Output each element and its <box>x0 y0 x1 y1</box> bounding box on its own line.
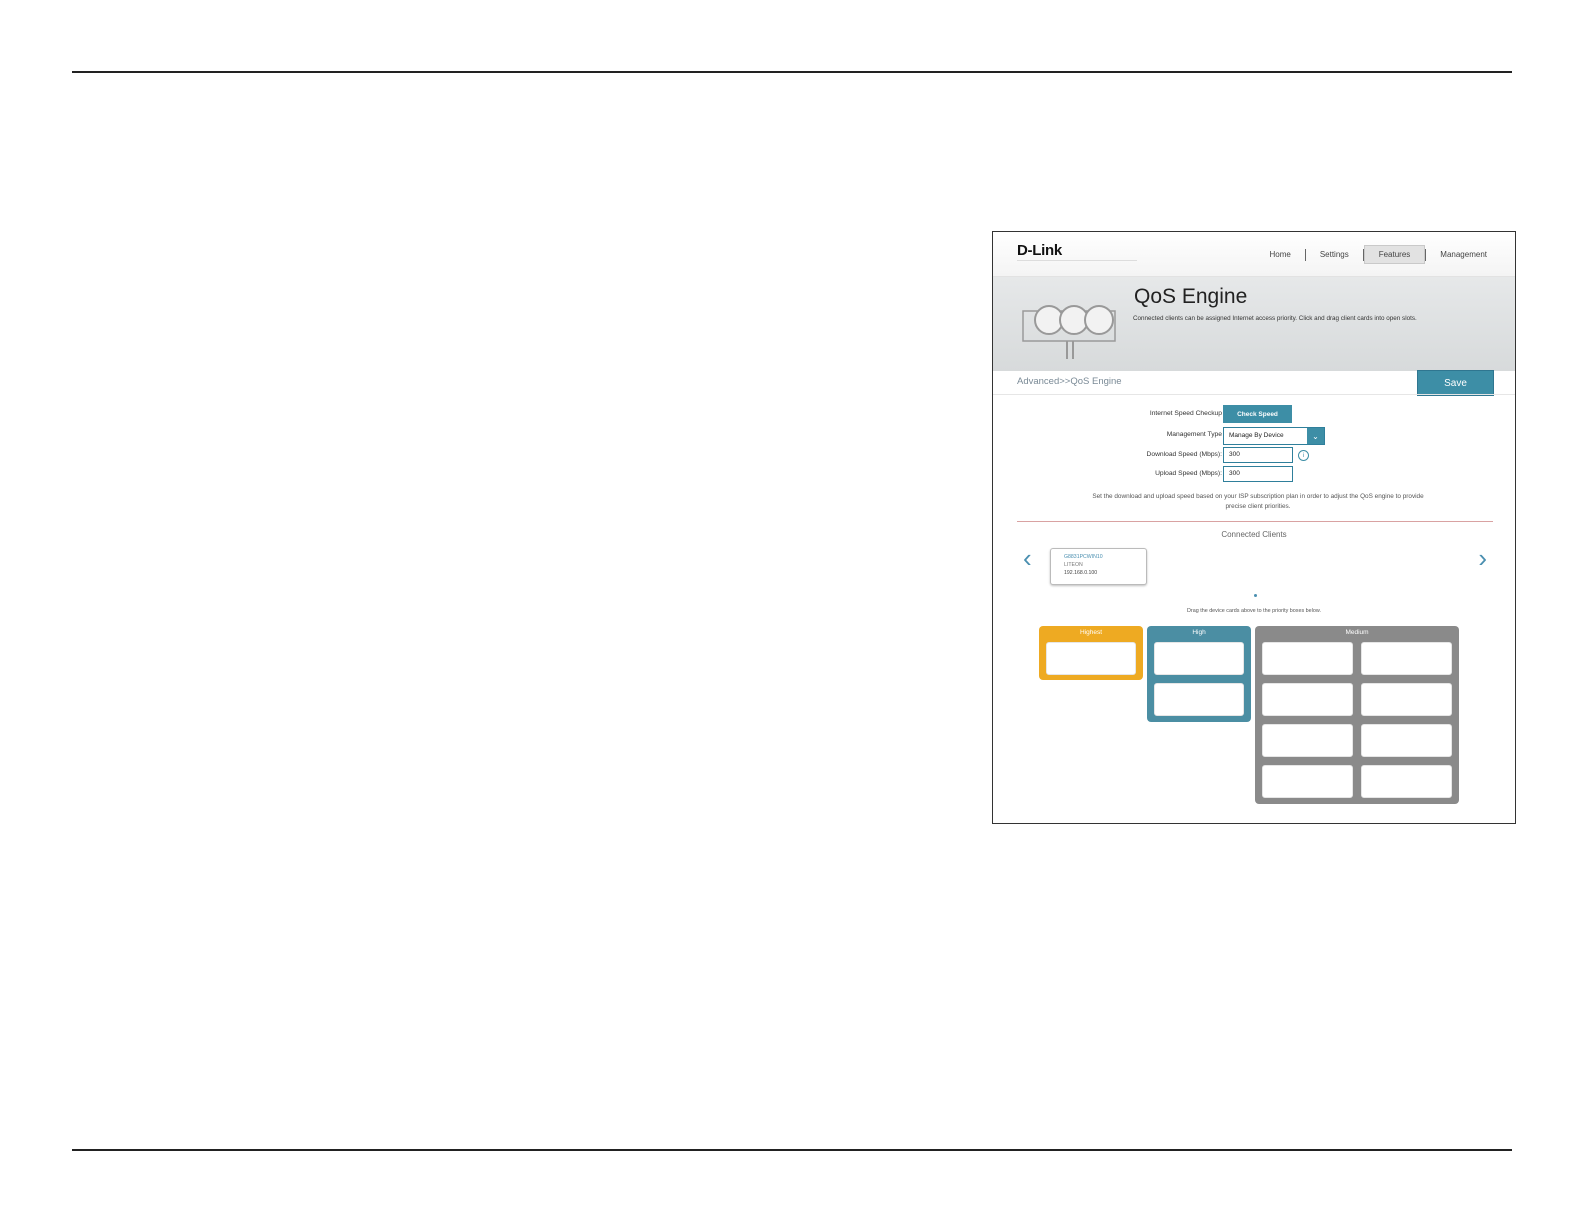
nav-management[interactable]: Management <box>1426 246 1501 263</box>
priority-slot[interactable] <box>1262 765 1353 798</box>
dlink-logo: D-Link <box>1017 242 1062 259</box>
client-vendor: LITEON <box>1064 562 1083 568</box>
priority-slot[interactable] <box>1361 642 1452 675</box>
priority-slot[interactable] <box>1361 683 1452 716</box>
management-type-select[interactable]: Manage By Device ⌄ <box>1223 427 1325 445</box>
priority-slot[interactable] <box>1046 642 1136 675</box>
main-nav: Home Settings Features Management <box>1255 245 1501 264</box>
download-speed-label: Download Speed (Mbps): <box>1146 451 1222 458</box>
upload-speed-label: Upload Speed (Mbps): <box>1155 470 1222 477</box>
priority-medium-label: Medium <box>1345 629 1369 636</box>
nav-features[interactable]: Features <box>1363 245 1426 264</box>
management-type-label: Management Type <box>1166 431 1222 438</box>
priority-slot[interactable] <box>1361 765 1452 798</box>
check-speed-button[interactable]: Check Speed <box>1223 405 1292 423</box>
nav-home[interactable]: Home <box>1255 246 1304 263</box>
management-type-value: Manage By Device <box>1229 432 1284 439</box>
priority-box-highest: Highest <box>1039 626 1143 680</box>
info-icon[interactable]: i <box>1298 450 1309 461</box>
priority-box-high: High <box>1147 626 1251 722</box>
client-card[interactable]: G8831PCWIN10 LITEON 192.168.0.100 <box>1050 548 1147 585</box>
download-speed-value: 300 <box>1229 451 1240 458</box>
carousel-page-dot[interactable] <box>1254 594 1257 597</box>
priority-highest-label: Highest <box>1079 629 1103 636</box>
priority-box-medium: Medium <box>1255 626 1459 804</box>
priority-slot[interactable] <box>1262 683 1353 716</box>
page-top-rule <box>72 71 1512 73</box>
download-speed-input[interactable]: 300 <box>1223 447 1293 463</box>
priority-slot[interactable] <box>1361 724 1452 757</box>
chevron-right-icon[interactable]: › <box>1478 545 1487 571</box>
page-title: QoS Engine <box>1134 285 1248 308</box>
top-navigation-bar: D-Link Home Settings Features Management <box>993 232 1515 277</box>
qos-illustration-icon <box>1022 305 1116 359</box>
speed-note: Set the download and upload speed based … <box>1092 493 1424 510</box>
priority-slot[interactable] <box>1262 724 1353 757</box>
breadcrumb-divider <box>993 394 1515 395</box>
upload-speed-input[interactable]: 300 <box>1223 466 1293 482</box>
client-ip: 192.168.0.100 <box>1064 570 1098 576</box>
page-description: Connected clients can be assigned Intern… <box>1133 315 1417 322</box>
speed-checkup-label: Internet Speed Checkup <box>1149 410 1222 417</box>
priority-slot[interactable] <box>1262 642 1353 675</box>
priority-slot[interactable] <box>1154 683 1244 716</box>
chevron-left-icon[interactable]: ‹ <box>1023 545 1032 571</box>
priority-high-label: High <box>1192 629 1206 636</box>
nav-settings[interactable]: Settings <box>1306 246 1363 263</box>
priority-slot[interactable] <box>1154 642 1244 675</box>
page-banner: QoS Engine Connected clients can be assi… <box>993 277 1515 371</box>
connected-clients-title: Connected Clients <box>1221 530 1287 539</box>
section-divider <box>1017 521 1493 522</box>
router-ui-screenshot: D-Link Home Settings Features Management… <box>992 231 1516 824</box>
page-bottom-rule <box>72 1149 1512 1151</box>
save-button[interactable]: Save <box>1417 370 1494 396</box>
client-name: G8831PCWIN10 <box>1064 554 1103 560</box>
logo-underline <box>1017 260 1137 261</box>
drag-instructions: Drag the device cards above to the prior… <box>1187 608 1321 614</box>
chevron-down-icon[interactable]: ⌄ <box>1307 428 1324 444</box>
upload-speed-value: 300 <box>1229 470 1240 477</box>
breadcrumb[interactable]: Advanced>>QoS Engine <box>1017 376 1122 387</box>
